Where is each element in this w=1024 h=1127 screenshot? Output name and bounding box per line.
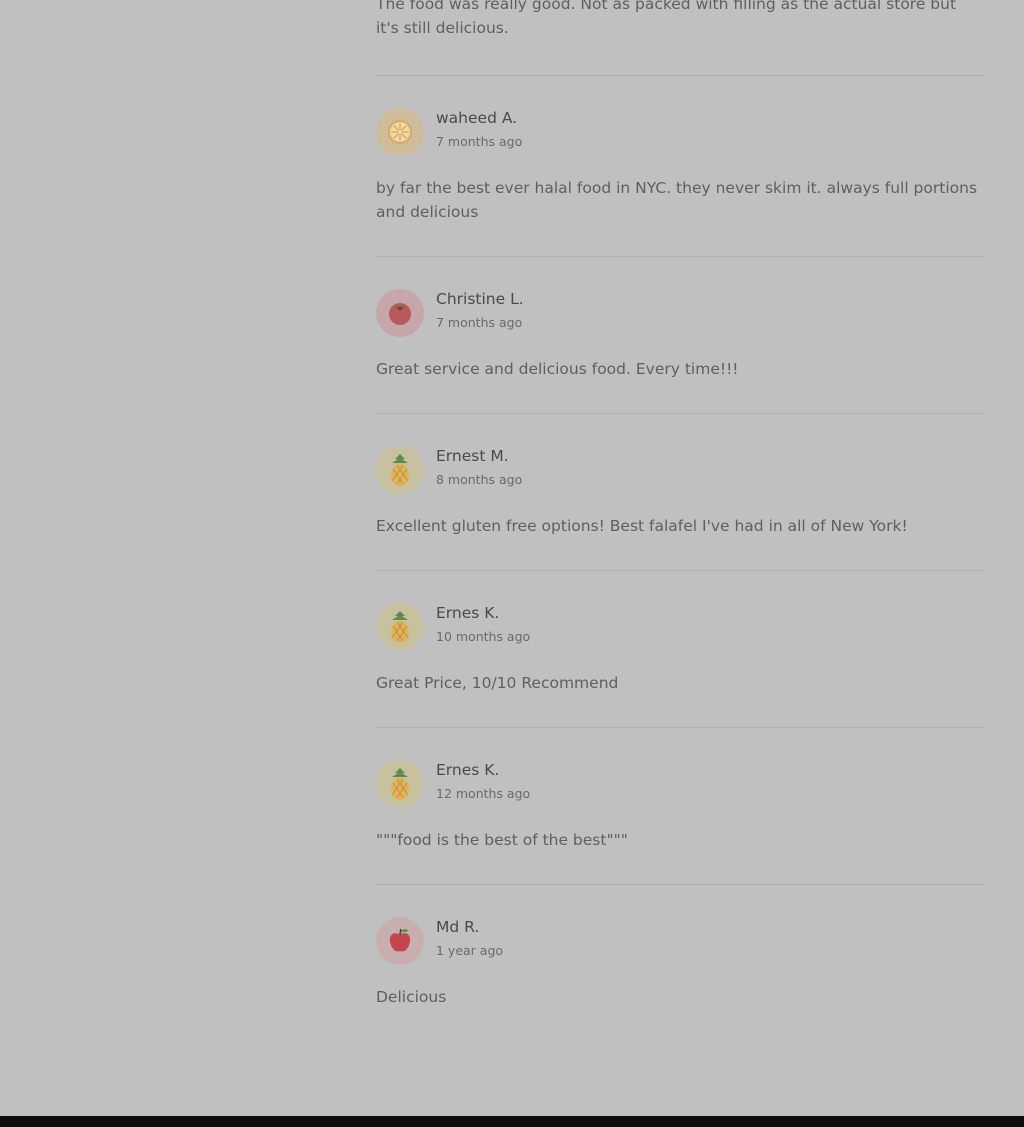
reviewer-name[interactable]: Ernes K. bbox=[436, 760, 499, 780]
review-divider bbox=[376, 413, 984, 414]
avatar[interactable] bbox=[376, 760, 424, 808]
avatar[interactable] bbox=[376, 108, 424, 156]
review-time: 10 months ago bbox=[436, 629, 531, 644]
review-time: 12 months ago bbox=[436, 786, 531, 801]
avatar[interactable] bbox=[376, 917, 424, 965]
reviewer-name[interactable]: Christine L. bbox=[436, 289, 524, 309]
pineapple-icon bbox=[391, 454, 409, 486]
reviewer-name[interactable]: waheed A. bbox=[436, 108, 517, 128]
review-divider bbox=[376, 570, 984, 571]
avatar[interactable] bbox=[376, 446, 424, 494]
review-divider bbox=[376, 884, 984, 885]
reviewer-name[interactable]: Ernes K. bbox=[436, 603, 499, 623]
review-text: The food was really good. Not as packed … bbox=[376, 0, 957, 37]
review-text: by far the best ever halal food in NYC. … bbox=[376, 179, 978, 221]
reviewer-name[interactable]: Md R. bbox=[436, 917, 479, 937]
review-text: Great service and delicious food. Every … bbox=[376, 360, 739, 378]
reviewer-name[interactable]: Ernest M. bbox=[436, 446, 509, 466]
review-divider bbox=[376, 727, 984, 728]
review-time: 1 year ago bbox=[436, 943, 504, 958]
review-time: 7 months ago bbox=[436, 315, 523, 330]
review-time: 7 months ago bbox=[436, 134, 523, 149]
pineapple-icon bbox=[391, 768, 409, 800]
review-divider bbox=[376, 75, 984, 76]
review-text: Great Price, 10/10 Recommend bbox=[376, 674, 619, 692]
avatar[interactable] bbox=[376, 603, 424, 651]
apple-icon bbox=[389, 928, 411, 952]
review-text: Delicious bbox=[376, 988, 447, 1006]
footer-bar bbox=[0, 1116, 1024, 1127]
pineapple-icon bbox=[391, 611, 409, 643]
review-time: 8 months ago bbox=[436, 472, 523, 487]
review-divider bbox=[376, 256, 984, 257]
orange-slice-icon bbox=[388, 120, 412, 144]
review-text: """food is the best of the best""" bbox=[376, 831, 628, 849]
review-text: Excellent gluten free options! Best fala… bbox=[376, 517, 908, 535]
avatar[interactable] bbox=[376, 289, 424, 337]
tomato-icon bbox=[389, 303, 411, 325]
